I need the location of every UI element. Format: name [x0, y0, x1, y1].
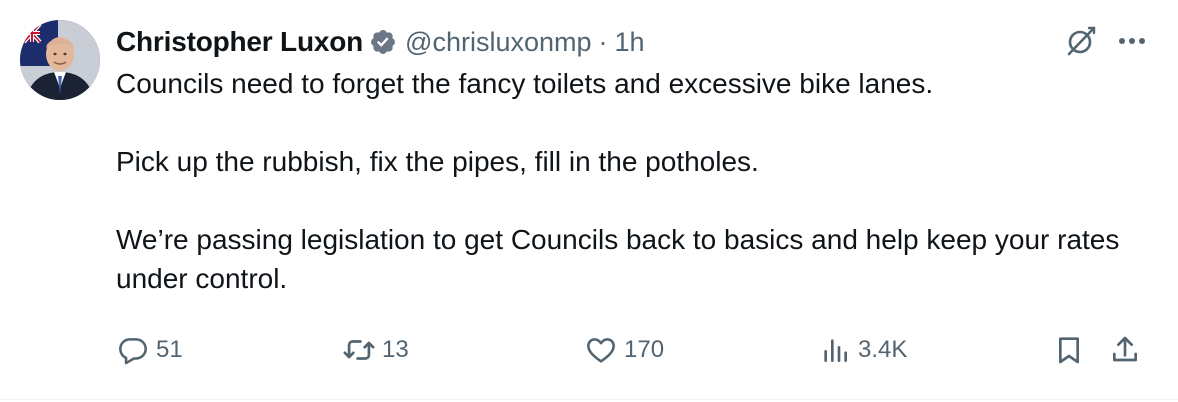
heart-icon	[584, 333, 618, 367]
timestamp[interactable]: 1h	[615, 27, 645, 58]
separator-dot: ·	[598, 26, 608, 57]
views-button[interactable]: 3.4K	[818, 328, 907, 372]
grok-icon	[1067, 26, 1096, 56]
share-button[interactable]	[1108, 328, 1142, 372]
views-count: 3.4K	[858, 336, 908, 363]
tweet-paragraph: We’re passing legislation to get Council…	[116, 224, 1120, 294]
tweet-paragraph: Pick up the rubbish, fix the pipes, fill…	[116, 146, 759, 177]
views-icon	[818, 333, 852, 367]
bookmark-button[interactable]	[1052, 328, 1086, 372]
grok-button[interactable]	[1062, 22, 1100, 60]
tweet-text: Councils need to forget the fancy toilet…	[116, 64, 1156, 298]
avatar[interactable]	[20, 20, 100, 100]
retweet-count: 13	[382, 336, 409, 363]
tweet-paragraph: Councils need to forget the fancy toilet…	[116, 68, 934, 99]
author-display-name[interactable]: Christopher Luxon	[116, 26, 363, 58]
author-handle[interactable]: @chrisluxonmp	[405, 27, 591, 58]
bookmark-icon	[1052, 333, 1086, 367]
retweet-button[interactable]: 13	[342, 328, 409, 372]
tweet-actions: 51 13 170 3.4K	[116, 328, 1156, 372]
share-icon	[1108, 333, 1142, 367]
more-options-button[interactable]	[1112, 22, 1152, 60]
tweet[interactable]: Christopher Luxon @chrisluxonmp · 1h Cou…	[0, 0, 1178, 402]
divider	[0, 399, 1178, 400]
reply-button[interactable]: 51	[116, 328, 183, 372]
verified-badge-icon[interactable]	[369, 28, 397, 56]
like-button[interactable]: 170	[584, 328, 664, 372]
avatar-image	[20, 20, 100, 100]
tweet-header: Christopher Luxon @chrisluxonmp · 1h	[116, 22, 645, 62]
retweet-icon	[342, 333, 376, 367]
reply-count: 51	[156, 336, 183, 363]
like-count: 170	[624, 336, 665, 363]
reply-icon	[116, 333, 150, 367]
more-icon	[1119, 38, 1145, 44]
